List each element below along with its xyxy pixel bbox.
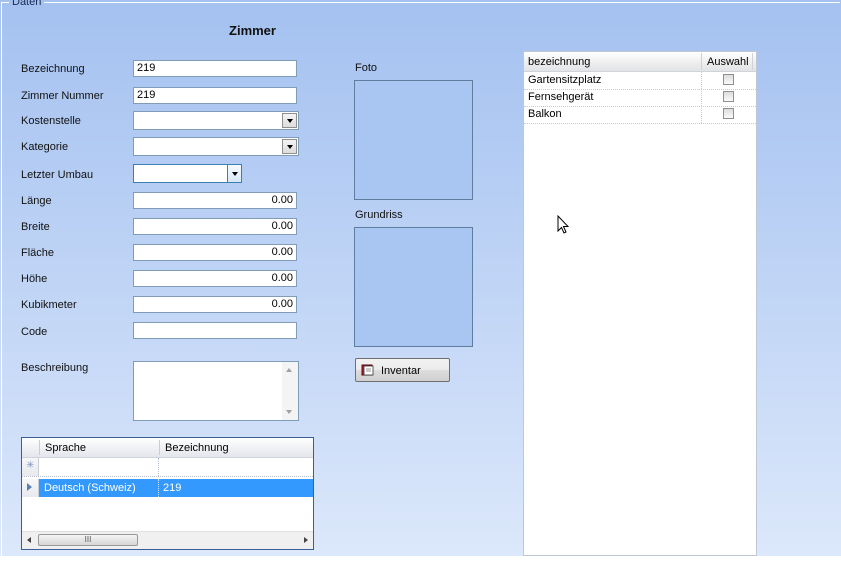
column-header-bezeichnung[interactable]: Bezeichnung — [165, 442, 229, 454]
language-grid-hscrollbar[interactable]: III — [22, 531, 313, 549]
cell-sprache[interactable]: Deutsch (Schweiz) — [44, 482, 136, 494]
beschreibung-label: Beschreibung — [21, 362, 89, 374]
kubikmeter-label: Kubikmeter — [21, 299, 77, 311]
new-row-icon: ✳ — [26, 460, 35, 471]
flaeche-input[interactable]: 0.00 — [133, 244, 297, 261]
letzter-umbau-datepicker[interactable] — [133, 164, 242, 183]
hoehe-input[interactable]: 0.00 — [133, 270, 297, 287]
chevron-down-icon — [231, 171, 238, 176]
foto-label: Foto — [355, 62, 378, 74]
features-list-header: bezeichnung Auswahl — [524, 52, 756, 72]
kategorie-select[interactable] — [133, 137, 299, 156]
beschreibung-scrollbar[interactable] — [282, 362, 298, 420]
table-row[interactable]: Deutsch (Schweiz) 219 — [22, 479, 313, 497]
bezeichnung-label: Bezeichnung — [21, 63, 85, 75]
mouse-pointer-icon — [557, 215, 570, 234]
hoehe-label: Höhe — [21, 273, 48, 285]
foto-picturebox[interactable] — [354, 80, 473, 200]
list-item-label: Fernsehgerät — [528, 91, 594, 103]
bezeichnung-input[interactable]: 219 — [133, 60, 297, 77]
row-header[interactable] — [22, 479, 39, 497]
list-item[interactable]: Balkon — [524, 106, 756, 124]
letzter-umbau-dropdown-button[interactable] — [227, 165, 241, 182]
scroll-thumb-grip: III — [84, 535, 92, 544]
grundriss-label: Grundriss — [355, 209, 403, 221]
kostenstelle-select[interactable] — [133, 111, 299, 130]
list-item-label: Balkon — [528, 108, 562, 120]
breite-label: Breite — [21, 221, 50, 233]
column-header-sprache[interactable]: Sprache — [45, 442, 86, 454]
kategorie-label: Kategorie — [21, 141, 69, 153]
auswahl-checkbox[interactable] — [723, 91, 734, 102]
inventar-button[interactable]: Inventar — [355, 358, 450, 382]
current-row-icon — [27, 483, 32, 491]
auswahl-checkbox[interactable] — [723, 74, 734, 85]
form-panel: Daten Zimmer Bezeichnung Zimmer Nummer K… — [0, 0, 841, 564]
page-title: Zimmer — [229, 23, 276, 38]
book-icon — [361, 364, 374, 376]
cell-bezeichnung[interactable]: 219 — [163, 482, 181, 494]
list-item[interactable]: Fernsehgerät — [524, 89, 756, 107]
features-list[interactable]: bezeichnung Auswahl Gartensitzplatz Fern… — [523, 51, 757, 556]
groupbox-legend: Daten — [9, 0, 45, 8]
kategorie-dropdown-button[interactable] — [282, 139, 297, 154]
row-header[interactable]: ✳ — [22, 458, 39, 476]
laenge-input[interactable]: 0.00 — [133, 192, 297, 209]
kostenstelle-label: Kostenstelle — [21, 115, 81, 127]
kubikmeter-input[interactable]: 0.00 — [133, 296, 297, 313]
list-item[interactable]: Gartensitzplatz — [524, 72, 756, 90]
flaeche-label: Fläche — [21, 247, 55, 259]
letzter-umbau-label: Letzter Umbau — [21, 169, 94, 181]
column-header-bezeichnung[interactable]: bezeichnung — [528, 56, 590, 68]
auswahl-checkbox[interactable] — [723, 108, 734, 119]
language-grid-header: Sprache Bezeichnung — [22, 438, 313, 458]
laenge-label: Länge — [21, 195, 52, 207]
scroll-left-icon — [27, 537, 31, 543]
scroll-down-icon — [286, 410, 292, 414]
code-input[interactable] — [133, 322, 297, 339]
kostenstelle-dropdown-button[interactable] — [282, 113, 297, 128]
scroll-right-icon — [304, 537, 308, 543]
scroll-up-icon — [286, 368, 292, 372]
code-label: Code — [21, 326, 48, 338]
zimmer-nummer-label: Zimmer Nummer — [21, 90, 104, 102]
inventar-button-label: Inventar — [381, 365, 421, 377]
grundriss-picturebox[interactable] — [354, 227, 473, 347]
zimmer-nummer-input[interactable]: 219 — [133, 87, 297, 104]
breite-input[interactable]: 0.00 — [133, 218, 297, 235]
chevron-down-icon — [286, 144, 293, 149]
beschreibung-textarea[interactable] — [133, 361, 299, 421]
scroll-thumb[interactable]: III — [38, 534, 138, 546]
new-row[interactable]: ✳ — [22, 458, 313, 477]
chevron-down-icon — [286, 118, 293, 123]
column-header-auswahl[interactable]: Auswahl — [707, 56, 749, 68]
list-item-label: Gartensitzplatz — [528, 74, 602, 86]
language-grid[interactable]: Sprache Bezeichnung ✳ Deutsch (Schweiz) … — [21, 437, 314, 550]
